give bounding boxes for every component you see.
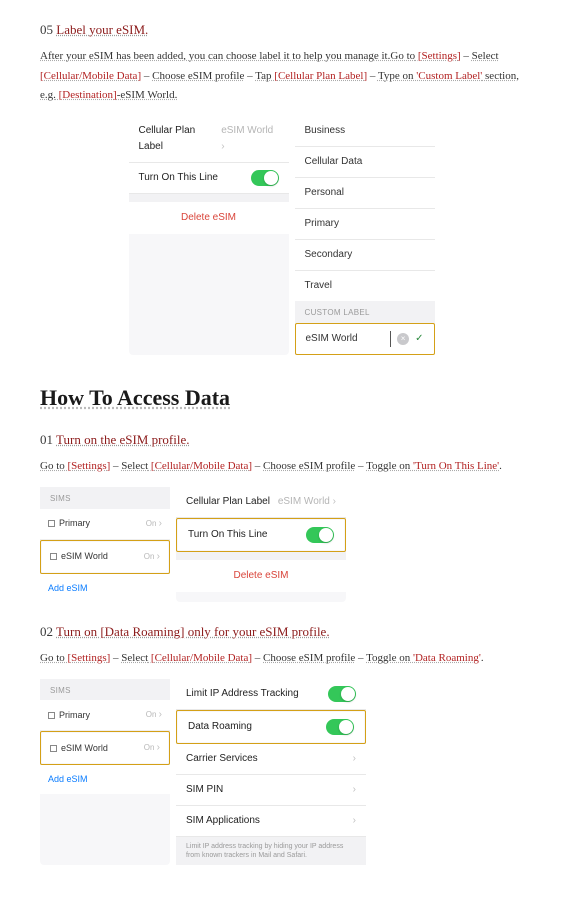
on-label: On ›	[144, 549, 160, 565]
toggle-on-icon[interactable]	[251, 170, 279, 186]
label-option[interactable]: Personal	[295, 178, 435, 209]
delete-esim-button[interactable]: Delete eSIM	[129, 202, 289, 234]
ip-tracking-footnote: Limit IP address tracking by hiding your…	[176, 837, 366, 865]
row-value: eSIM World ›	[221, 123, 278, 155]
limit-ip-row[interactable]: Limit IP Address Tracking	[176, 679, 366, 710]
sim-row-esim[interactable]: eSIM World On ›	[42, 542, 168, 572]
sim-row-esim[interactable]: eSIM World On ›	[42, 733, 168, 763]
delete-esim-button[interactable]: Delete eSIM	[176, 560, 346, 592]
row-label: Cellular Plan Label	[139, 123, 222, 155]
step-title: Label your eSIM.	[56, 22, 148, 37]
custom-label-input[interactable]: eSIM World	[306, 331, 392, 347]
chevron-right-icon: ›	[353, 751, 356, 767]
label-options-list: Business Cellular Data Personal Primary …	[295, 116, 435, 301]
step-num: 01	[40, 432, 53, 447]
cellular-plan-label-row[interactable]: Cellular Plan Label eSIM World ›	[176, 487, 346, 518]
custom-label-input-row[interactable]: eSIM World × ✓	[295, 323, 435, 355]
step-title: Turn on the eSIM profile.	[56, 432, 190, 447]
sims-card: SIMs Primary On › eSIM World On › Add eS…	[40, 487, 170, 602]
cellular-plan-card: Cellular Plan Label eSIM World › Turn On…	[129, 116, 289, 355]
sim-pin-row[interactable]: SIM PIN ›	[176, 775, 366, 806]
carrier-services-row[interactable]: Carrier Services ›	[176, 744, 366, 775]
label-option[interactable]: Cellular Data	[295, 147, 435, 178]
label-option[interactable]: Primary	[295, 209, 435, 240]
roaming-settings-card: Limit IP Address Tracking Data Roaming C…	[176, 679, 366, 865]
sim-row-primary[interactable]: Primary On ›	[40, 700, 170, 731]
add-esim-button[interactable]: Add eSIM	[40, 574, 170, 602]
label-option[interactable]: Business	[295, 116, 435, 147]
step-title: Turn on [Data Roaming] only for your eSI…	[56, 624, 330, 639]
label-option[interactable]: Secondary	[295, 240, 435, 271]
clear-icon[interactable]: ×	[397, 333, 409, 345]
step-02-instructions: Go to [Settings] – Select [Cellular/Mobi…	[40, 649, 523, 669]
step-05-instructions: After your eSIM has been added, you can …	[40, 47, 523, 106]
sim-icon	[50, 553, 57, 560]
sim-icon	[48, 712, 55, 719]
data-roaming-highlight: Data Roaming	[176, 710, 366, 744]
panel-01: SIMs Primary On › eSIM World On › Add eS…	[40, 487, 523, 602]
sim-applications-row[interactable]: SIM Applications ›	[176, 806, 366, 837]
custom-label-header: CUSTOM LABEL	[295, 301, 435, 323]
sim-icon	[50, 745, 57, 752]
step-05-heading: 05 Label your eSIM.	[40, 20, 523, 41]
section-title: How To Access Data	[40, 380, 523, 415]
sims-header: SIMs	[40, 487, 170, 509]
row-label: Turn On This Line	[139, 170, 218, 186]
cellular-plan-label-row[interactable]: Cellular Plan Label eSIM World ›	[129, 116, 289, 163]
turn-on-line-row[interactable]: Turn On This Line	[178, 520, 344, 550]
data-roaming-row[interactable]: Data Roaming	[178, 712, 364, 742]
sim-row-esim-highlight: eSIM World On ›	[40, 731, 170, 765]
checkmark-icon: ✓	[415, 331, 423, 347]
add-esim-button[interactable]: Add eSIM	[40, 765, 170, 793]
chevron-right-icon: ›	[353, 782, 356, 798]
panel-05: Cellular Plan Label eSIM World › Turn On…	[40, 116, 523, 355]
toggle-on-icon[interactable]	[326, 719, 354, 735]
label-picker-card: Business Cellular Data Personal Primary …	[295, 116, 435, 355]
sim-icon	[48, 520, 55, 527]
chevron-right-icon: ›	[221, 141, 224, 152]
esim-detail-card: Cellular Plan Label eSIM World › Turn On…	[176, 487, 346, 602]
label-option[interactable]: Travel	[295, 271, 435, 301]
turn-on-line-highlight: Turn On This Line	[176, 518, 346, 552]
panel-02: SIMs Primary On › eSIM World On › Add eS…	[40, 679, 523, 865]
sims-header: SIMs	[40, 679, 170, 701]
sim-row-esim-highlight: eSIM World On ›	[40, 540, 170, 574]
chevron-right-icon: ›	[353, 813, 356, 829]
turn-on-line-row[interactable]: Turn On This Line	[129, 163, 289, 194]
step-01-heading: 01 Turn on the eSIM profile.	[40, 430, 523, 451]
chevron-right-icon: ›	[333, 496, 336, 507]
sims-card: SIMs Primary On › eSIM World On › Add eS…	[40, 679, 170, 865]
step-01-instructions: Go to [Settings] – Select [Cellular/Mobi…	[40, 457, 523, 477]
step-num: 02	[40, 624, 53, 639]
step-num: 05	[40, 22, 53, 37]
sim-row-primary[interactable]: Primary On ›	[40, 509, 170, 540]
toggle-on-icon[interactable]	[328, 686, 356, 702]
on-label: On ›	[146, 516, 162, 532]
toggle-on-icon[interactable]	[306, 527, 334, 543]
